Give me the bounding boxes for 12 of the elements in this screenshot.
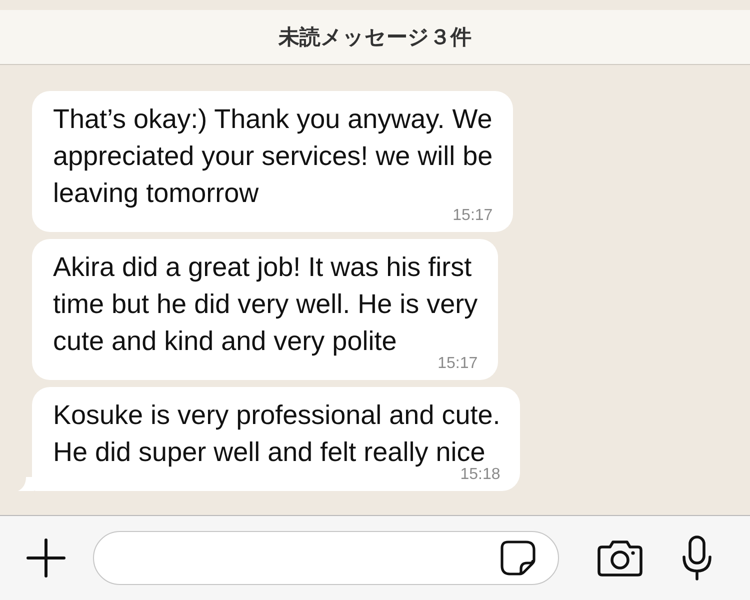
message-input-field[interactable]	[93, 531, 559, 585]
microphone-icon[interactable]	[681, 535, 713, 581]
plus-icon[interactable]	[26, 538, 66, 578]
unread-count-label: 未読メッセージ３件	[278, 25, 472, 51]
message-text: Akira did a great job! It was his first time but he did very well. He is very cute and kind and very polite	[53, 251, 478, 357]
message-text: Kosuke is very professional and cute. He did super well and felt really nice	[53, 399, 500, 468]
message-time: 15:17	[452, 206, 493, 226]
message-text: That’s okay:) Thank you anyway. We appreciated your services! we will be leaving tomorrow	[53, 103, 493, 209]
message-time: 15:18	[459, 465, 500, 485]
message-time: 15:17	[436, 354, 478, 374]
camera-icon[interactable]	[597, 539, 643, 577]
sticker-icon[interactable]	[500, 540, 536, 576]
